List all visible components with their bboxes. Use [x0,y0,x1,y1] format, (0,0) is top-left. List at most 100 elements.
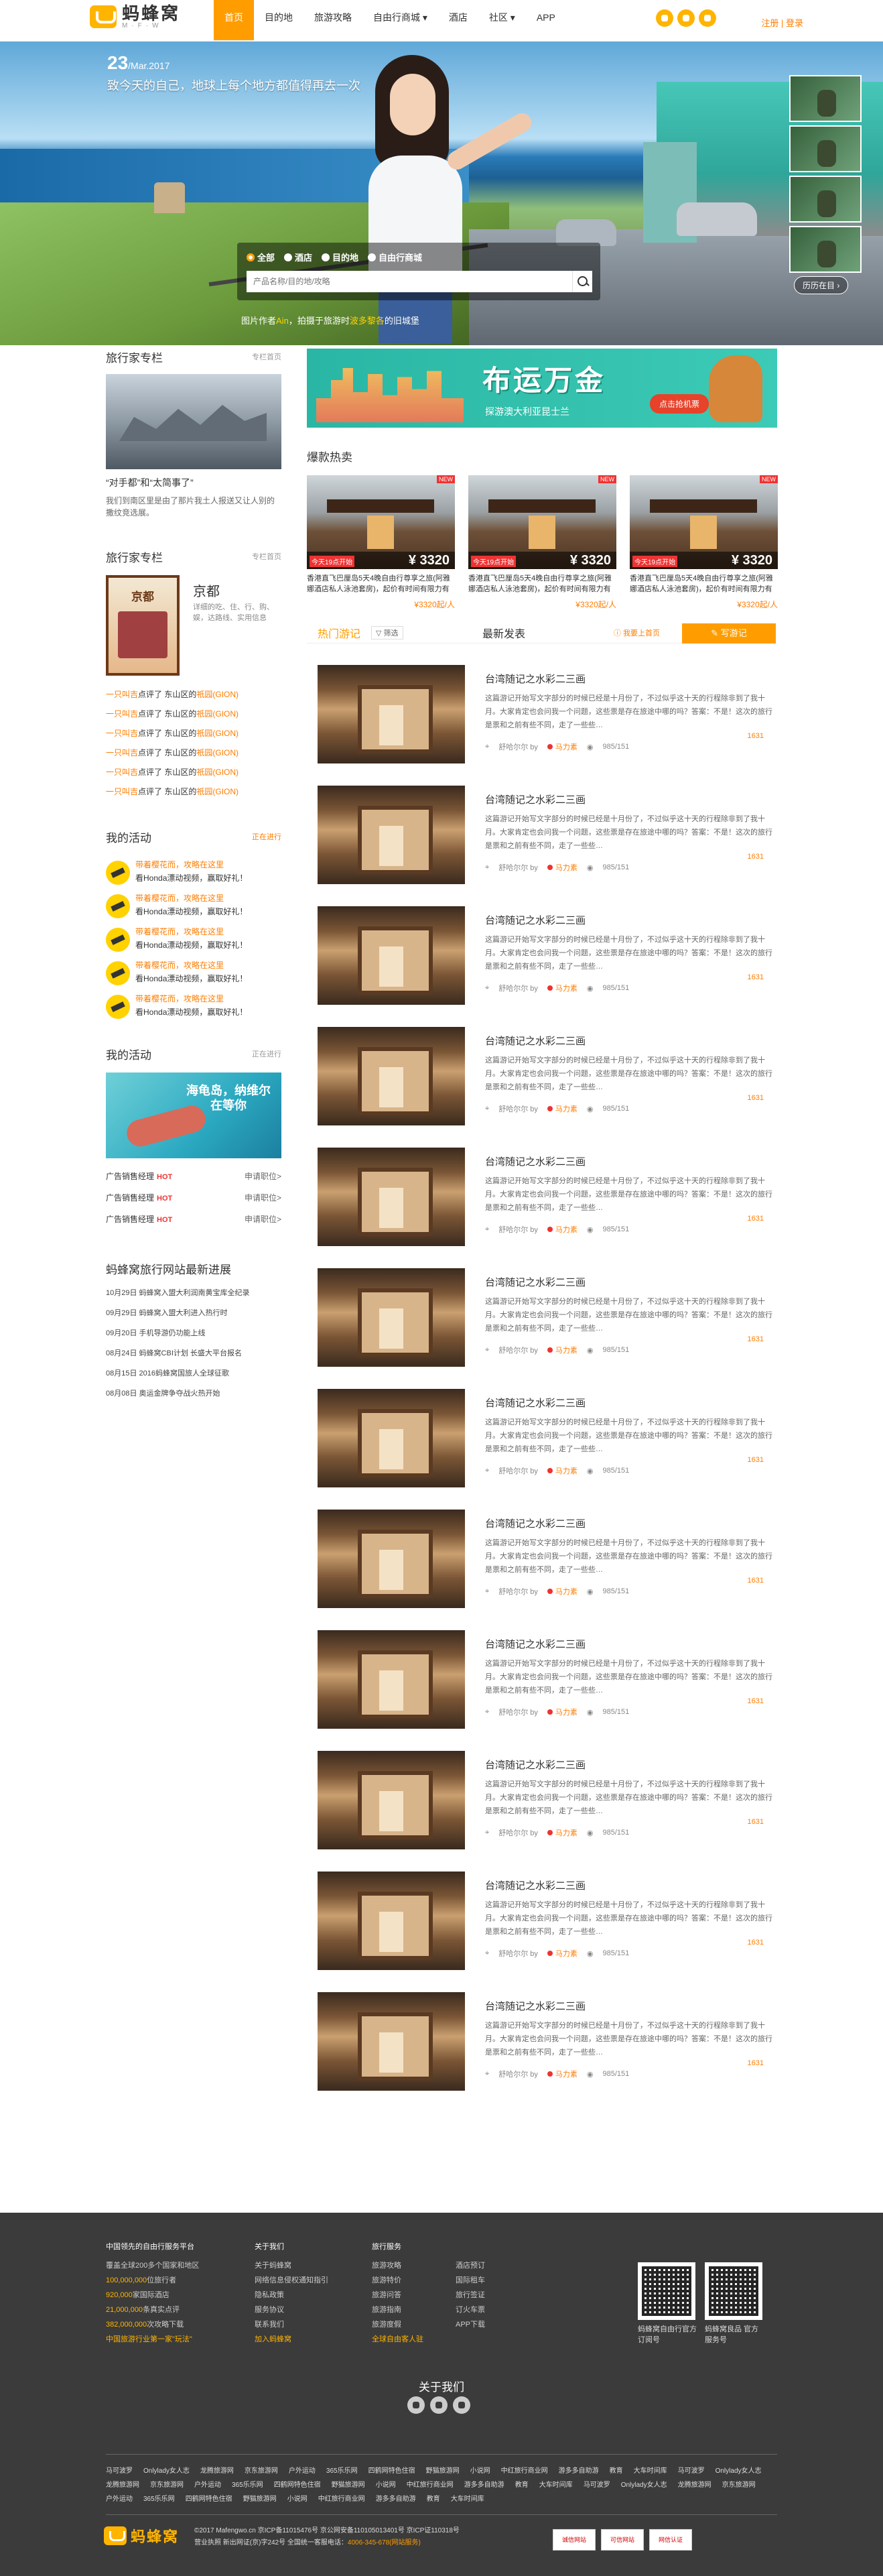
search-icon[interactable] [572,271,592,292]
menu-home[interactable]: 首页 [214,0,254,40]
apply-link[interactable]: 申请职位> [245,1166,281,1188]
write-travelogue-button[interactable]: ✎ 写游记 [682,623,776,643]
friend-link[interactable]: 游多多自助游 [464,2478,504,2492]
banner-cta-button[interactable]: 点击抢机票 [650,394,709,414]
travelogue-image[interactable] [318,906,465,1005]
footer-link[interactable]: 旅游特价 [372,2273,423,2288]
friend-link[interactable]: 大车时间库 [451,2492,484,2506]
wechat-icon[interactable] [430,2396,448,2414]
like-count[interactable]: 1631 [748,1818,764,1826]
friend-link[interactable]: 龙腾旅游网 [200,2464,234,2478]
footer-link[interactable]: 订火车票 [456,2303,485,2317]
friend-link[interactable]: 365乐乐网 [326,2464,358,2478]
travelogue-image[interactable] [318,1148,465,1246]
friend-link[interactable]: 野猫旅游网 [426,2464,460,2478]
radio-all[interactable]: 全部 [247,251,275,263]
footer-link[interactable]: APP下载 [456,2317,485,2332]
friend-link[interactable]: 马可波罗 [106,2464,133,2478]
login-register-link[interactable]: 注册 | 登录 [761,16,803,29]
footer-link[interactable]: 服务协议 [255,2303,328,2317]
like-count[interactable]: 1631 [748,2059,764,2067]
travelogue-item[interactable]: 台湾随记之水彩二三画 这篇游记开始写文字部分的时候已经是十月份了，不过似乎这十天的… [318,1126,777,1247]
like-count[interactable]: 1631 [748,1094,764,1102]
tab-hot[interactable]: 热门游记 [318,625,360,641]
footer-link[interactable]: 旅游指南 [372,2303,423,2317]
footer-link[interactable]: 酒店预订 [456,2258,485,2273]
activity-ad-banner[interactable]: 海龟岛，纳维尔 在等你 [106,1072,281,1158]
footer-link[interactable]: 旅游攻略 [372,2258,423,2273]
friend-link[interactable]: 四鹤网特色住宿 [368,2464,415,2478]
activity-item[interactable]: 带着樱花而，攻略在这里 看Honda漂动视频，赢取好礼！ [106,892,281,918]
travelogue-item[interactable]: 台湾随记之水彩二三画 这篇游记开始写文字部分的时候已经是十月份了，不过似乎这十天的… [318,1488,777,1609]
travelogue-title[interactable]: 台湾随记之水彩二三画 [485,792,586,806]
friend-link[interactable]: 游多多自助游 [376,2492,416,2506]
footer-link[interactable]: 旅行签证 [456,2288,485,2303]
footer-link[interactable]: 关于蚂蜂窝 [255,2258,328,2273]
hero-thumbnail[interactable] [789,75,862,122]
like-count[interactable]: 1631 [748,732,764,740]
like-count[interactable]: 1631 [748,1335,764,1343]
hot-sale-item[interactable]: NEW 今天19点开始 ¥ 3320 香港直飞巴厘岛5天4晚自由行尊享之旅(阿雅娜酒… [630,475,778,610]
travelogue-item[interactable]: 台湾随记之水彩二三画 这篇游记开始写文字部分的时候已经是十月份了，不过似乎这十天的… [318,764,777,885]
friend-link[interactable]: 游多多自助游 [559,2464,599,2478]
like-count[interactable]: 1631 [748,1939,764,1947]
feed-user[interactable]: 一只叫吉 [106,768,138,777]
radio-destination[interactable]: 目的地 [322,251,358,263]
qzone-icon[interactable] [677,9,695,27]
travelogue-image[interactable] [318,1268,465,1367]
travelogue-author[interactable]: 马力素 [547,1465,578,1476]
friend-link[interactable]: Onlylady女人志 [143,2464,190,2478]
travelogue-item[interactable]: 台湾随记之水彩二三画 这篇游记开始写文字部分的时候已经是十月份了，不过似乎这十天的… [318,885,777,1005]
friend-link[interactable]: 365乐乐网 [143,2492,175,2506]
travelogue-image[interactable] [318,1027,465,1125]
feed-place[interactable]: 祇园(GION) [196,690,239,699]
travelogue-item[interactable]: 台湾随记之水彩二三画 这篇游记开始写文字部分的时候已经是十月份了，不过似乎这十天的… [318,1850,777,1971]
like-count[interactable]: 1631 [748,1215,764,1223]
caption-place[interactable]: 波多黎各 [350,316,385,326]
friend-link[interactable]: 马可波罗 [678,2464,705,2478]
travelogue-title[interactable]: 台湾随记之水彩二三画 [485,1999,586,2013]
travelogue-author[interactable]: 马力素 [547,1707,578,1717]
news-item[interactable]: 09月29日 蚂蜂窝入盟大利进入热行时 [106,1303,281,1323]
travelogue-author[interactable]: 马力素 [547,1224,578,1235]
activities-more-link[interactable]: 正在进行 [252,1048,281,1059]
trust-badge[interactable]: 诚信网站 [553,2529,596,2551]
friend-link[interactable]: 教育 [515,2478,529,2492]
feed-user[interactable]: 一只叫吉 [106,690,138,699]
travelogue-author[interactable]: 马力素 [547,862,578,873]
footer-link[interactable]: 旅游度假 [372,2317,423,2332]
like-count[interactable]: 1631 [748,853,764,861]
travelogue-image[interactable] [318,1992,465,2091]
weibo-icon[interactable] [656,9,673,27]
like-count[interactable]: 1631 [748,1456,764,1464]
like-count[interactable]: 1631 [748,973,764,981]
friend-link[interactable]: 马可波罗 [584,2478,610,2492]
radio-hotel[interactable]: 酒店 [284,251,312,263]
activity-item[interactable]: 带着樱花而，攻略在这里 看Honda漂动视频，赢取好礼！ [106,959,281,985]
hero-thumbnail[interactable] [789,176,862,223]
footer-link[interactable]: 国际租车 [456,2273,485,2288]
like-count[interactable]: 1631 [748,1577,764,1585]
travelogue-title[interactable]: 台湾随记之水彩二三画 [485,1637,586,1651]
footer-link[interactable]: 旅游问答 [372,2288,423,2303]
travelogue-title[interactable]: 台湾随记之水彩二三画 [485,1275,586,1289]
friend-link[interactable]: 四鹤网特色住宿 [186,2492,232,2506]
footer-link[interactable]: 网络信息侵权通知指引 [255,2273,328,2288]
hot-sale-item[interactable]: NEW 今天19点开始 ¥ 3320 香港直飞巴厘岛5天4晚自由行尊享之旅(阿雅娜酒… [468,475,616,610]
search-input[interactable] [247,271,572,292]
feed-place[interactable]: 祇园(GION) [196,787,239,796]
hero-thumbnail[interactable] [789,226,862,273]
friend-link[interactable]: 365乐乐网 [232,2478,263,2492]
travelogue-author[interactable]: 马力素 [547,983,578,993]
travelogue-item[interactable]: 台湾随记之水彩二三画 这篇游记开始写文字部分的时候已经是十月份了，不过似乎这十天的… [318,1971,777,2091]
travelogue-author[interactable]: 马力素 [547,2069,578,2079]
activities-more-link[interactable]: 正在进行 [252,831,281,842]
footer-link[interactable]: 全球自由客人驻 [372,2332,423,2347]
friend-link[interactable]: 教育 [427,2492,440,2506]
friend-link[interactable]: 野猫旅游网 [243,2492,277,2506]
travelogue-author[interactable]: 马力素 [547,741,578,752]
travelogue-item[interactable]: 台湾随记之水彩二三画 这篇游记开始写文字部分的时候已经是十月份了，不过似乎这十天的… [318,1005,777,1126]
travelogue-author[interactable]: 马力素 [547,1345,578,1355]
friend-link[interactable]: 大车时间库 [634,2464,667,2478]
travelogue-author[interactable]: 马力素 [547,1586,578,1597]
